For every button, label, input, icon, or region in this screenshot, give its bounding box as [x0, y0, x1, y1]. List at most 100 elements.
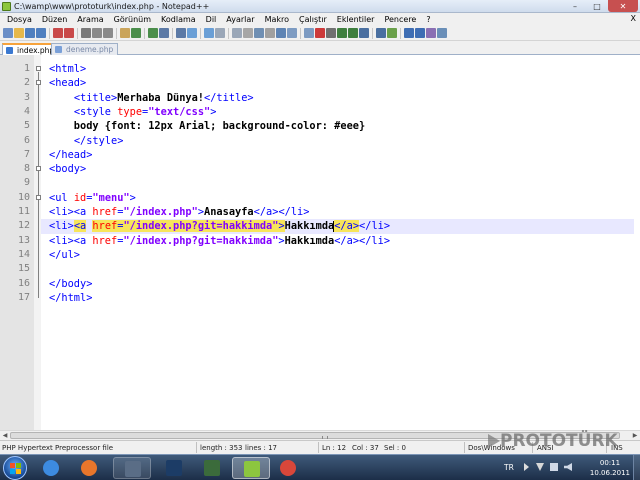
start-button[interactable] — [3, 456, 27, 480]
record-icon[interactable] — [315, 28, 325, 38]
save-all-icon[interactable] — [36, 28, 46, 38]
stop-icon[interactable] — [326, 28, 336, 38]
menu-help[interactable]: ? — [421, 15, 435, 24]
fold-toggle[interactable] — [36, 66, 41, 71]
close-icon[interactable] — [53, 28, 63, 38]
zoom-out-icon[interactable] — [204, 28, 214, 38]
volume-icon[interactable] — [564, 463, 572, 471]
sync-h-icon[interactable] — [232, 28, 242, 38]
show-hidden-icons-icon[interactable] — [524, 463, 529, 471]
redo-icon[interactable] — [148, 28, 158, 38]
word-wrap-icon[interactable] — [243, 28, 253, 38]
save-icon[interactable] — [25, 28, 35, 38]
paste-icon[interactable] — [120, 28, 130, 38]
compare-icon[interactable] — [426, 28, 436, 38]
code-line[interactable]: <body> — [49, 162, 634, 176]
cut-icon[interactable] — [92, 28, 102, 38]
code-line[interactable]: </style> — [49, 134, 634, 148]
doc-map-icon[interactable] — [287, 28, 297, 38]
menu-calistir[interactable]: Çalıştır — [294, 15, 332, 24]
taskbar-wamp[interactable] — [193, 457, 231, 479]
close-button[interactable]: ✕ — [608, 0, 638, 12]
menu-eklentiler[interactable]: Eklentiler — [332, 15, 380, 24]
print-icon[interactable] — [81, 28, 91, 38]
func-list-icon[interactable] — [304, 28, 314, 38]
copy-icon[interactable] — [103, 28, 113, 38]
menu-gorunum[interactable]: Görünüm — [109, 15, 156, 24]
taskbar-notepad-plus-plus[interactable] — [232, 457, 270, 479]
play-icon[interactable] — [337, 28, 347, 38]
tab-deneme-php[interactable]: deneme.php — [51, 43, 119, 55]
code-line[interactable]: <li><a href="/index.php?git=hakkimda">Ha… — [49, 234, 634, 248]
code-token: <li><a — [49, 234, 93, 247]
down-icon[interactable] — [415, 28, 425, 38]
open-file-icon[interactable] — [14, 28, 24, 38]
run-icon[interactable] — [376, 28, 386, 38]
menu-pencere[interactable]: Pencere — [379, 15, 421, 24]
taskbar-explorer-window[interactable] — [113, 457, 151, 479]
undo-icon[interactable] — [131, 28, 141, 38]
zoom-in-icon[interactable] — [187, 28, 197, 38]
menu-dosya[interactable]: Dosya — [2, 15, 37, 24]
current-code-line[interactable]: <li><a href="/index.php?git=hakkimda">Ha… — [41, 219, 634, 234]
show-all-icon[interactable] — [254, 28, 264, 38]
lang-icon[interactable] — [276, 28, 286, 38]
show-desktop-button[interactable] — [633, 455, 640, 480]
chrome-icon — [280, 460, 296, 476]
menu-ayarlar[interactable]: Ayarlar — [221, 15, 259, 24]
code-token: </head> — [49, 148, 93, 161]
maximize-button[interactable]: □ — [586, 0, 608, 12]
code-line[interactable]: body {font: 12px Arial; background-color… — [49, 119, 634, 133]
spell-check-icon[interactable] — [387, 28, 397, 38]
code-line[interactable]: <html> — [49, 62, 634, 76]
up-icon[interactable] — [404, 28, 414, 38]
code-line[interactable]: <ul id="menu"> — [49, 191, 634, 205]
clock[interactable]: 00:11 10.06.2011 — [590, 458, 630, 478]
close-all-icon[interactable] — [64, 28, 74, 38]
code-editor[interactable]: 1 2 3 4 5 6 7 8 9 10 11 12 13 14 15 16 17 <html> <head> <t… — [0, 55, 640, 430]
line-number: 1 — [23, 63, 30, 74]
code-token: Anasayfa — [204, 206, 254, 218]
code-line[interactable]: </body> — [49, 277, 634, 291]
language-indicator[interactable]: TR — [504, 463, 514, 472]
code-line[interactable]: </head> — [49, 148, 634, 162]
fold-guide — [38, 86, 39, 155]
taskbar-photoshop[interactable] — [155, 457, 193, 479]
code-line[interactable]: </ul> — [49, 248, 634, 262]
plugin-icon[interactable] — [437, 28, 447, 38]
new-file-icon[interactable] — [3, 28, 13, 38]
sync-v-icon[interactable] — [215, 28, 225, 38]
menu-kodlama[interactable]: Kodlama — [156, 15, 201, 24]
taskbar-internet-explorer[interactable] — [32, 457, 70, 479]
menu-arama[interactable]: Arama — [72, 15, 108, 24]
menu-makro[interactable]: Makro — [260, 15, 294, 24]
windows-logo-icon — [10, 463, 21, 474]
action-center-icon[interactable] — [536, 463, 544, 471]
fold-toggle[interactable] — [36, 80, 41, 86]
fold-toggle[interactable] — [36, 194, 41, 200]
code-line[interactable]: <title>Merhaba Dünya!</title> — [49, 91, 634, 105]
fold-toggle[interactable] — [36, 166, 41, 172]
play-multi-icon[interactable] — [348, 28, 358, 38]
code-line[interactable]: <li><a href="/index.php">Anasayfa</a></l… — [49, 205, 634, 219]
code-line[interactable] — [49, 176, 634, 190]
close-document-button[interactable]: X — [631, 14, 636, 23]
find-icon[interactable] — [159, 28, 169, 38]
replace-icon[interactable] — [176, 28, 186, 38]
code-line[interactable]: </html> — [49, 291, 634, 305]
taskbar-chrome[interactable] — [269, 457, 307, 479]
network-icon[interactable] — [550, 463, 558, 471]
taskbar-firefox[interactable] — [70, 457, 108, 479]
minimize-button[interactable]: – — [564, 0, 586, 12]
code-line[interactable]: <style type="text/css"> — [49, 105, 634, 119]
scroll-left-icon[interactable]: ◀ — [1, 432, 9, 440]
indent-guide-icon[interactable] — [265, 28, 275, 38]
menu-duzen[interactable]: Düzen — [37, 15, 72, 24]
toolbar-separator — [172, 27, 173, 39]
notepad-plus-plus-icon — [244, 461, 260, 477]
code-line[interactable] — [49, 262, 634, 276]
code-line[interactable]: <head> — [49, 76, 634, 90]
scroll-right-icon[interactable]: ▶ — [631, 432, 639, 440]
menu-dil[interactable]: Dil — [201, 15, 222, 24]
save-macro-icon[interactable] — [359, 28, 369, 38]
